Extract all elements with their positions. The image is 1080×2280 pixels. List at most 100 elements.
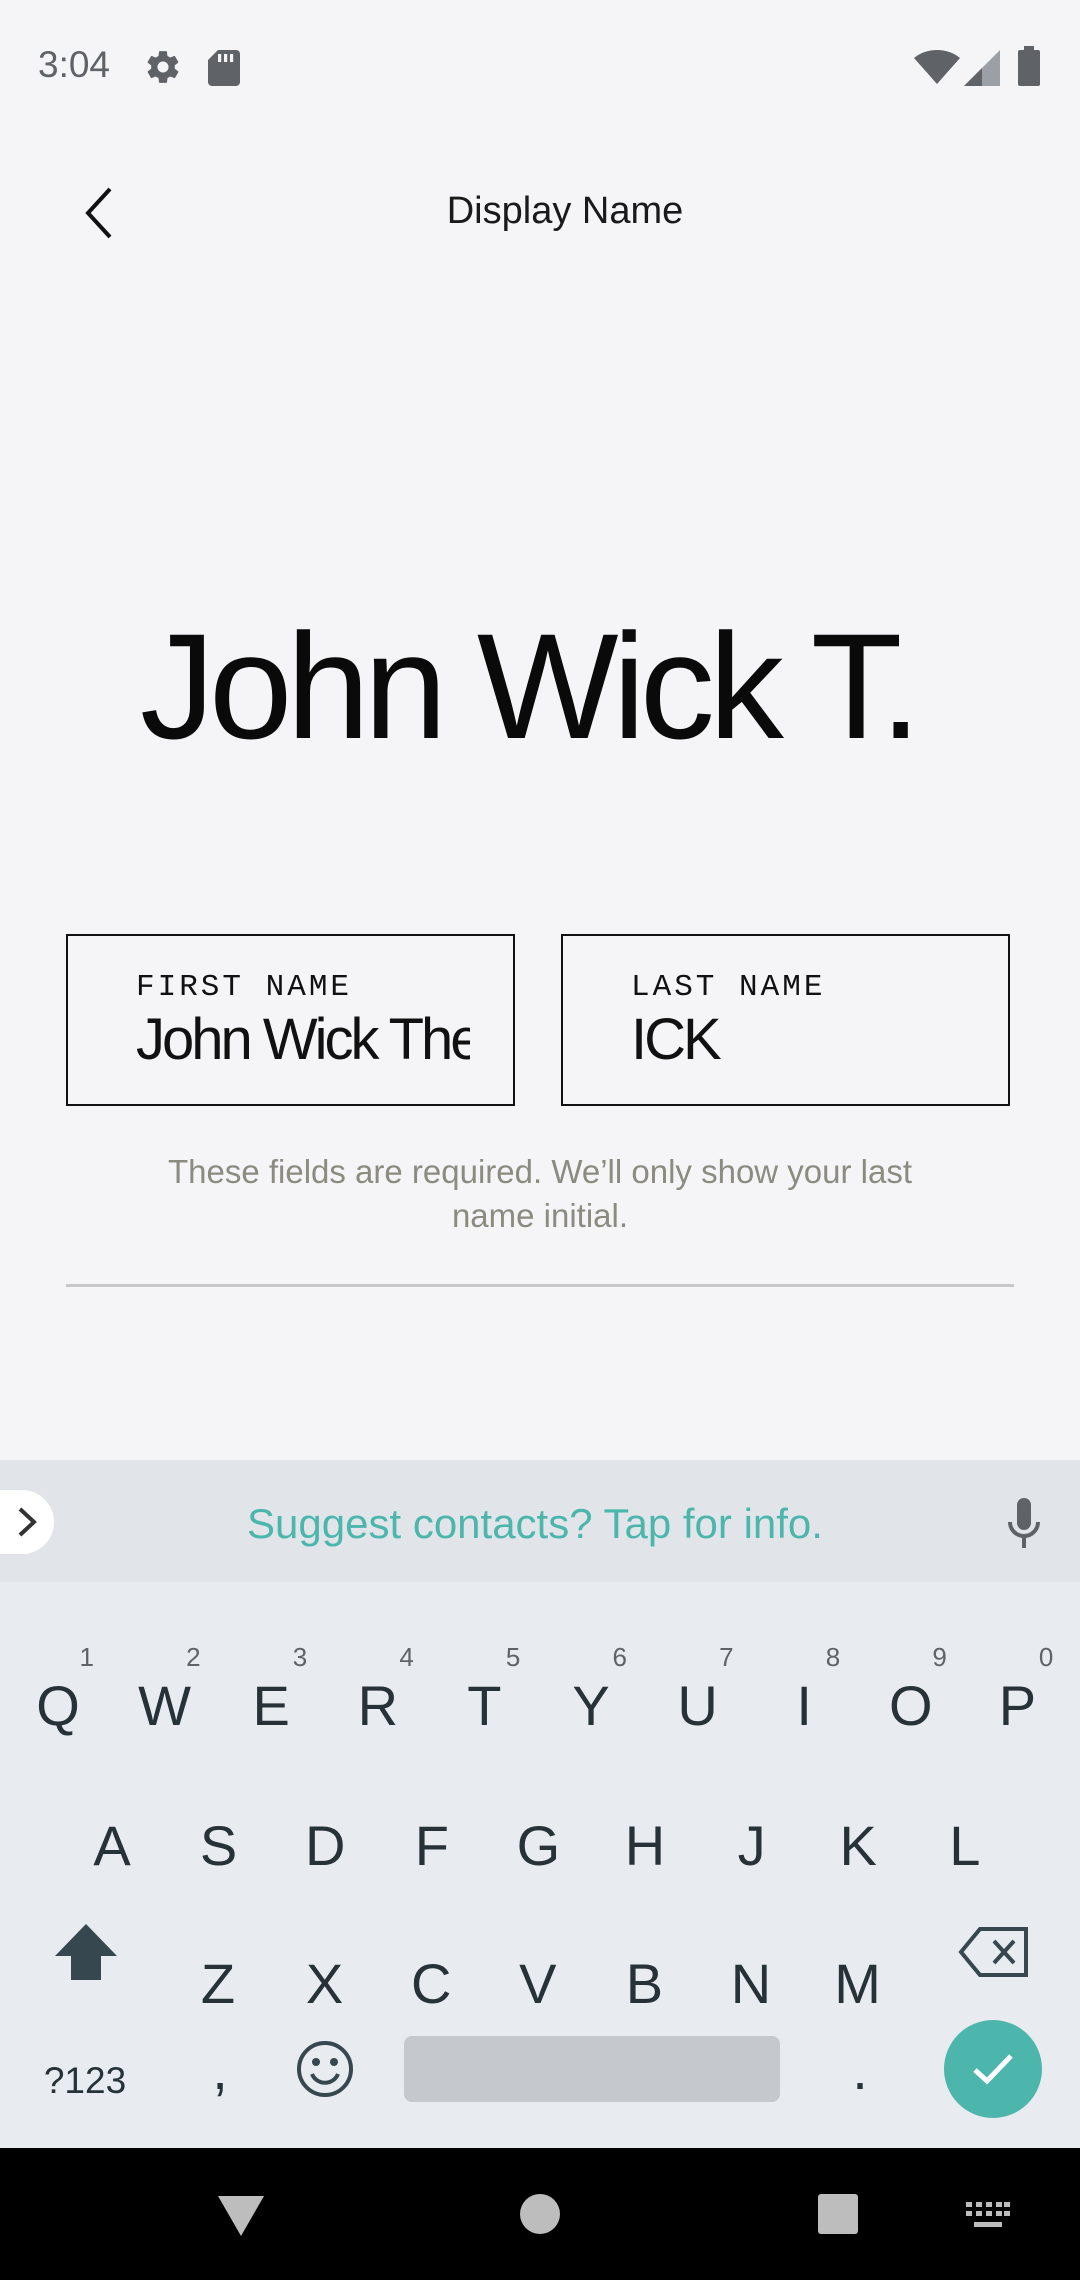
key-label: A xyxy=(93,1814,131,1877)
settings-icon xyxy=(147,51,179,83)
battery-icon xyxy=(1018,46,1040,86)
key-k[interactable]: K xyxy=(808,1796,908,1896)
key-g[interactable]: G xyxy=(488,1796,588,1896)
key-label: P xyxy=(998,1674,1037,1737)
key-label: Z xyxy=(200,1952,236,2015)
display-name-preview: John Wick T. xyxy=(140,602,922,770)
key-m[interactable]: M xyxy=(808,1934,908,2034)
sd-card-icon xyxy=(208,50,240,86)
shift-arrow-icon xyxy=(55,1924,117,1980)
key-label: I xyxy=(796,1674,812,1737)
backspace-icon xyxy=(958,1927,1028,1977)
key-hint: 1 xyxy=(79,1642,94,1672)
key-t[interactable]: T5 xyxy=(434,1644,534,1756)
key-label: W xyxy=(138,1674,192,1737)
key-o[interactable]: O9 xyxy=(861,1644,961,1756)
status-time: 3:04 xyxy=(38,44,111,85)
key-hint: 7 xyxy=(719,1642,734,1672)
key-label: V xyxy=(519,1952,557,2015)
key-b[interactable]: B xyxy=(594,1934,694,2034)
checkmark-icon xyxy=(973,2054,1013,2085)
backspace-key[interactable] xyxy=(944,1902,1044,2002)
key-label: Y xyxy=(572,1674,610,1737)
suggestion-text[interactable]: Suggest contacts? Tap for info. xyxy=(0,1500,1070,1548)
key-label: M xyxy=(834,1952,881,2015)
key-label: C xyxy=(410,1952,452,2015)
key-label: N xyxy=(730,1952,772,2015)
key-n[interactable]: N xyxy=(701,1934,801,2034)
key-label: T xyxy=(467,1674,502,1737)
last-name-field[interactable]: LAST NAME ICK xyxy=(561,934,1010,1106)
first-name-label: FIRST NAME xyxy=(136,970,353,1005)
home-circle-icon[interactable] xyxy=(520,2194,560,2234)
wifi-icon xyxy=(914,50,960,84)
signal-icon xyxy=(964,50,1000,86)
key-c[interactable]: C xyxy=(381,1934,481,2034)
key-d[interactable]: D xyxy=(275,1796,375,1896)
key-f[interactable]: F xyxy=(382,1796,482,1896)
suggestion-bar: Suggest contacts? Tap for info. xyxy=(0,1460,1080,1582)
divider xyxy=(66,1284,1014,1287)
key-w[interactable]: W2 xyxy=(115,1644,215,1756)
symbols-key[interactable]: ?123 xyxy=(20,2046,150,2116)
key-r[interactable]: R4 xyxy=(328,1644,428,1756)
key-l[interactable]: L xyxy=(915,1796,1015,1896)
key-e[interactable]: E3 xyxy=(221,1644,321,1756)
keyboard: Suggest contacts? Tap for info. Q1W2E3R4… xyxy=(0,1460,1080,2148)
back-triangle-icon[interactable] xyxy=(218,2196,264,2236)
key-j[interactable]: J xyxy=(702,1796,802,1896)
key-label: R xyxy=(357,1674,399,1737)
key-label: F xyxy=(414,1814,449,1877)
key-hint: 2 xyxy=(186,1642,201,1672)
last-name-label: LAST NAME xyxy=(631,970,826,1005)
navigation-bar xyxy=(0,2148,1080,2280)
key-label: S xyxy=(199,1814,238,1877)
space-key[interactable] xyxy=(404,2036,780,2102)
period-key[interactable]: . xyxy=(810,2020,910,2120)
key-u[interactable]: U7 xyxy=(648,1644,748,1756)
voice-input-button[interactable] xyxy=(996,1494,1052,1554)
key-a[interactable]: A xyxy=(62,1796,162,1896)
first-name-field[interactable]: FIRST NAME John Wick The xyxy=(66,934,515,1106)
done-key[interactable] xyxy=(944,2020,1042,2118)
helper-text: These fields are required. We’ll only sh… xyxy=(167,1153,913,1234)
shift-key[interactable] xyxy=(36,1902,136,2002)
first-name-input[interactable]: John Wick The xyxy=(136,1006,470,1073)
key-label: K xyxy=(839,1814,877,1877)
smiley-icon xyxy=(297,2041,353,2097)
key-z[interactable]: Z xyxy=(168,1934,268,2034)
page-title: Display Name xyxy=(446,190,684,232)
key-hint: 0 xyxy=(1038,1642,1054,1672)
key-p[interactable]: P0 xyxy=(967,1644,1067,1756)
key-hint: 8 xyxy=(825,1642,841,1672)
key-hint: 9 xyxy=(932,1642,947,1672)
key-label: H xyxy=(624,1814,666,1877)
key-label: G xyxy=(516,1814,561,1877)
key-label: U xyxy=(677,1674,718,1737)
key-label: O xyxy=(889,1674,933,1737)
key-label: X xyxy=(305,1952,344,2015)
key-h[interactable]: H xyxy=(595,1796,695,1896)
key-label: D xyxy=(304,1814,346,1877)
key-hint: 6 xyxy=(612,1642,627,1672)
key-hint: 3 xyxy=(292,1642,308,1672)
key-hint: 4 xyxy=(399,1642,414,1672)
comma-key[interactable]: , xyxy=(170,2020,270,2120)
key-label: J xyxy=(737,1814,766,1877)
key-q[interactable]: Q1 xyxy=(8,1644,108,1756)
key-label: Q xyxy=(36,1674,80,1737)
status-bar: 3:04 xyxy=(0,0,1080,130)
key-i[interactable]: I8 xyxy=(754,1644,854,1756)
key-y[interactable]: Y6 xyxy=(541,1644,641,1756)
key-s[interactable]: S xyxy=(169,1796,269,1896)
key-label: B xyxy=(625,1952,664,2015)
key-v[interactable]: V xyxy=(488,1934,588,2034)
last-name-input[interactable]: ICK xyxy=(631,1006,965,1073)
keyboard-switch-icon[interactable] xyxy=(966,2202,1010,2230)
key-label: L xyxy=(949,1814,981,1877)
key-label: E xyxy=(252,1674,290,1737)
microphone-icon xyxy=(1008,1498,1040,1548)
emoji-key[interactable] xyxy=(296,2040,354,2098)
recents-square-icon[interactable] xyxy=(818,2194,858,2234)
key-x[interactable]: X xyxy=(275,1934,375,2034)
